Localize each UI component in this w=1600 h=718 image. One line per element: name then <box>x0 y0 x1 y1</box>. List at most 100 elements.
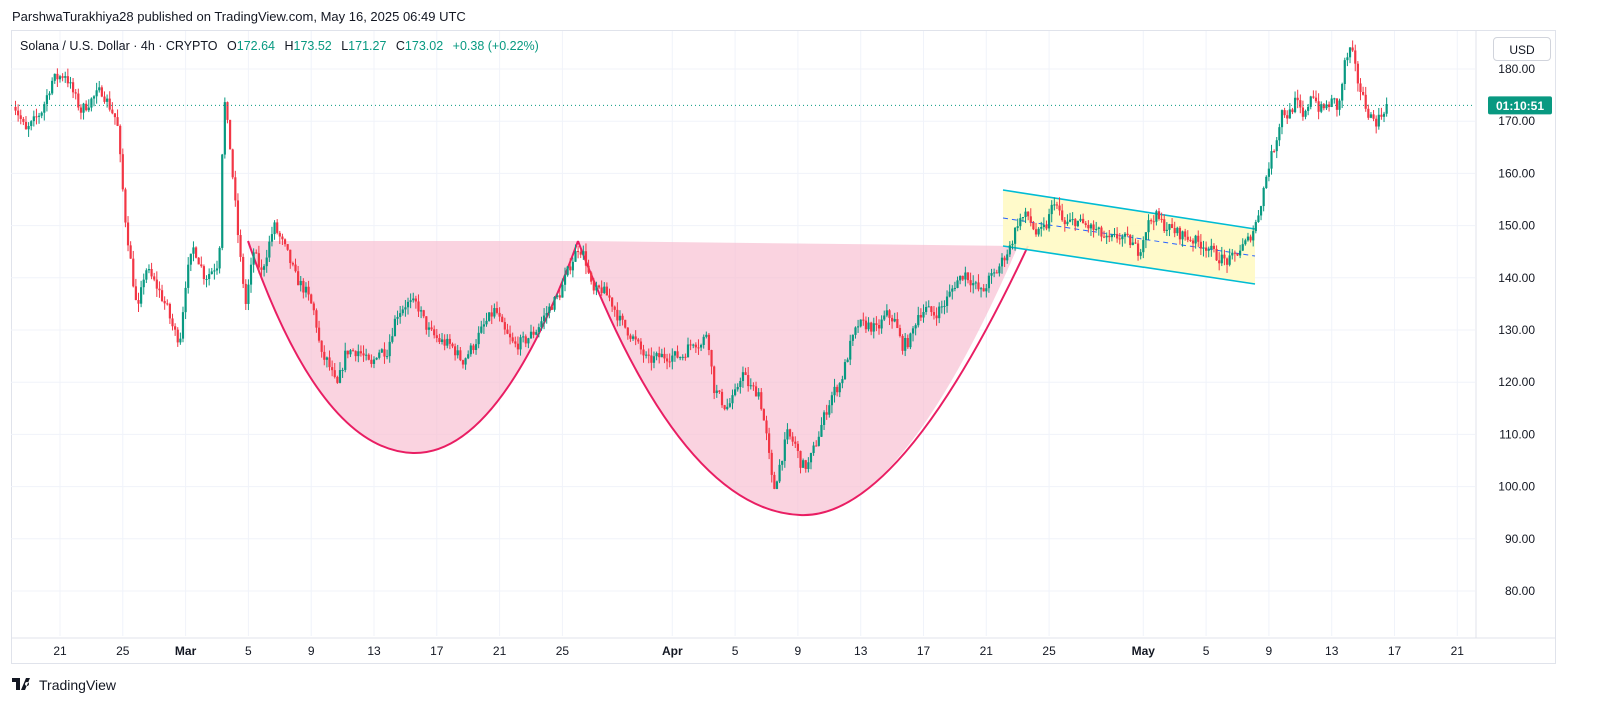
candle-body <box>1267 168 1270 177</box>
candle-body <box>804 460 807 469</box>
candle-body <box>1000 257 1004 267</box>
candle-body <box>312 303 315 311</box>
candle-body <box>299 280 302 286</box>
candle-body <box>639 341 642 350</box>
candle-body <box>121 154 124 190</box>
candle-body <box>126 222 130 246</box>
candle-body <box>631 336 635 339</box>
candle-body <box>1252 231 1255 241</box>
candle-body <box>1008 245 1011 255</box>
candle-body <box>571 261 574 271</box>
candle-body <box>624 319 627 328</box>
candle-body <box>987 275 991 289</box>
candle-body <box>875 323 878 325</box>
candle-body <box>1367 108 1370 118</box>
currency-button[interactable]: USD <box>1493 37 1551 61</box>
candle-body <box>278 232 281 237</box>
candle-body <box>977 282 980 290</box>
candle-body <box>1071 219 1074 221</box>
candle-body <box>406 301 410 308</box>
candle-body <box>741 372 745 382</box>
candle-body <box>1212 245 1216 249</box>
candle-body <box>1362 91 1365 95</box>
candle-body <box>134 286 137 301</box>
candle-body <box>1037 228 1040 235</box>
candle-body <box>474 344 478 351</box>
candle-body <box>338 370 342 383</box>
candle-body <box>864 320 868 330</box>
candle-body <box>205 279 208 281</box>
candle-body <box>467 354 470 359</box>
candle-body <box>655 353 658 357</box>
candle-body <box>621 315 624 320</box>
candle-body <box>1066 221 1069 225</box>
candle-body <box>511 337 514 342</box>
x-tick-label: 21 <box>493 644 507 658</box>
candle-body <box>153 276 156 280</box>
candle-body <box>503 322 506 330</box>
candle-body <box>781 460 784 465</box>
candle-body <box>349 350 352 355</box>
candle-body <box>524 336 527 344</box>
candle-body <box>645 354 648 356</box>
candle-body <box>995 272 998 274</box>
candle-body <box>239 235 242 257</box>
candle-body <box>181 312 185 339</box>
candle-body <box>561 284 564 298</box>
candle-body <box>19 115 22 119</box>
candle-body <box>969 280 972 286</box>
candle-body <box>919 315 922 318</box>
candle-body <box>932 312 936 316</box>
candle-body <box>652 356 656 363</box>
candle-body <box>1354 50 1357 64</box>
candle-body <box>736 386 739 390</box>
candle-body <box>498 312 501 317</box>
candle-body <box>770 452 773 475</box>
candle-body <box>210 271 213 275</box>
y-tick-label: 90.00 <box>1505 532 1535 546</box>
candle-body <box>909 333 912 348</box>
candle-body <box>1364 94 1367 109</box>
candle-body <box>1168 224 1171 230</box>
candle-body <box>723 405 726 410</box>
candle-body <box>234 177 237 201</box>
candle-body <box>147 269 151 271</box>
candle-body <box>901 336 904 351</box>
candle-body <box>1293 97 1297 113</box>
candle-body <box>851 334 854 341</box>
candle-body <box>692 344 695 346</box>
candle-body <box>1102 236 1106 238</box>
candle-body <box>430 327 433 330</box>
y-tick-label: 80.00 <box>1505 584 1535 598</box>
candle-body <box>1100 227 1103 237</box>
y-tick-label: 170.00 <box>1498 114 1535 128</box>
candle-body <box>221 154 224 248</box>
candle-body <box>265 257 268 267</box>
candle-body <box>809 453 813 463</box>
candle-body <box>762 409 765 421</box>
candle-body <box>1045 224 1048 229</box>
candle-body <box>176 329 179 343</box>
candle-body <box>1087 224 1090 229</box>
candle-body <box>982 288 985 292</box>
candle-body <box>297 271 300 286</box>
candle-body <box>79 107 83 113</box>
candle-body <box>778 464 781 482</box>
candle-body <box>236 200 240 236</box>
candle-body <box>1068 219 1072 222</box>
x-tick-label: 17 <box>1388 644 1402 658</box>
candle-body <box>877 324 881 329</box>
candle-body <box>699 344 703 348</box>
x-tick-label: 13 <box>367 644 381 658</box>
candle-body <box>1233 252 1236 254</box>
candle-body <box>1155 211 1158 222</box>
candle-body <box>359 351 363 354</box>
candle-body <box>464 358 467 365</box>
candle-body <box>124 189 127 223</box>
candle-body <box>456 350 459 356</box>
candle-body <box>1199 241 1202 249</box>
candle-body <box>849 340 852 360</box>
candle-body <box>527 338 530 344</box>
candle-body <box>1019 218 1022 227</box>
price-chart[interactable]: 80.00 90.00 100.00 110.00 120.00 130.00 140.00… <box>0 0 1600 718</box>
